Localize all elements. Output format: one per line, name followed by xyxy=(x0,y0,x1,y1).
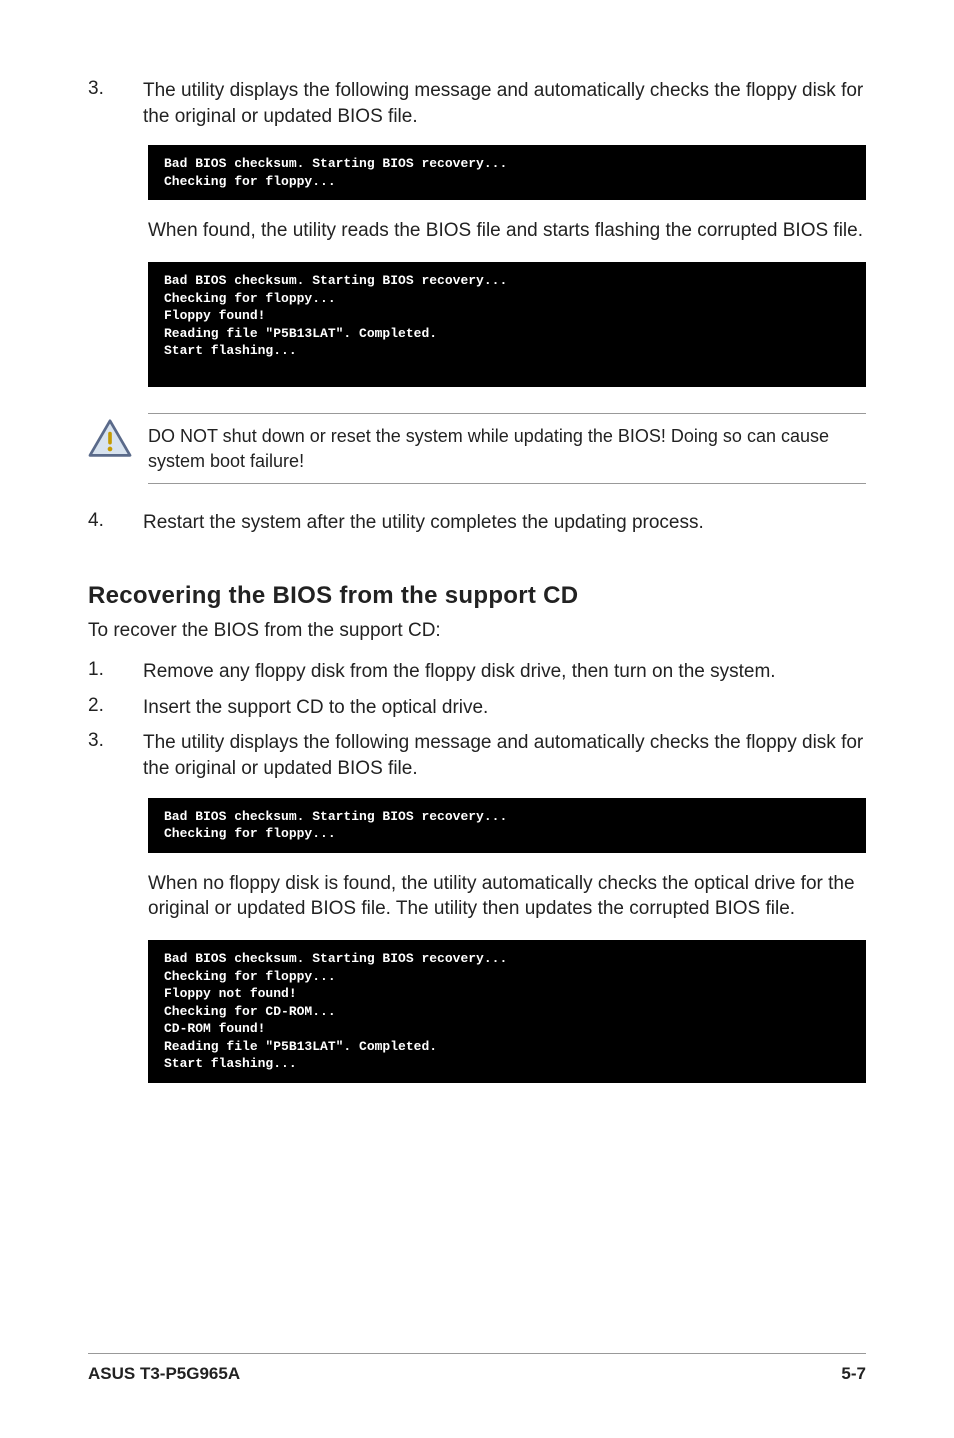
paragraph-found: When found, the utility reads the BIOS f… xyxy=(148,218,866,244)
step-text: The utility displays the following messa… xyxy=(143,78,866,129)
warning-callout: DO NOT shut down or reset the system whi… xyxy=(88,413,866,484)
cd-step-2: 2. Insert the support CD to the optical … xyxy=(88,695,866,721)
footer-product: ASUS T3-P5G965A xyxy=(88,1364,240,1384)
paragraph-no-floppy: When no floppy disk is found, the utilit… xyxy=(148,871,866,922)
terminal-output-1: Bad BIOS checksum. Starting BIOS recover… xyxy=(148,145,866,200)
terminal-output-2: Bad BIOS checksum. Starting BIOS recover… xyxy=(148,262,866,387)
page-footer: ASUS T3-P5G965A 5-7 xyxy=(88,1353,866,1384)
step-text: Insert the support CD to the optical dri… xyxy=(143,695,866,721)
section-heading: Recovering the BIOS from the support CD xyxy=(88,582,866,610)
step-number: 1. xyxy=(88,659,143,685)
warning-icon xyxy=(88,413,148,459)
terminal-output-4: Bad BIOS checksum. Starting BIOS recover… xyxy=(148,940,866,1083)
terminal-output-3: Bad BIOS checksum. Starting BIOS recover… xyxy=(148,798,866,853)
footer-page-number: 5-7 xyxy=(841,1364,866,1384)
warning-text: DO NOT shut down or reset the system whi… xyxy=(148,413,866,484)
section-intro: To recover the BIOS from the support CD: xyxy=(88,618,866,644)
step-number: 3. xyxy=(88,78,143,129)
step-number: 3. xyxy=(88,730,143,781)
step-text: Remove any floppy disk from the floppy d… xyxy=(143,659,866,685)
step-text: The utility displays the following messa… xyxy=(143,730,866,781)
cd-step-1: 1. Remove any floppy disk from the flopp… xyxy=(88,659,866,685)
step-3-top: 3. The utility displays the following me… xyxy=(88,78,866,129)
step-number: 4. xyxy=(88,510,143,536)
step-4: 4. Restart the system after the utility … xyxy=(88,510,866,536)
step-text: Restart the system after the utility com… xyxy=(143,510,866,536)
step-number: 2. xyxy=(88,695,143,721)
cd-step-3: 3. The utility displays the following me… xyxy=(88,730,866,781)
